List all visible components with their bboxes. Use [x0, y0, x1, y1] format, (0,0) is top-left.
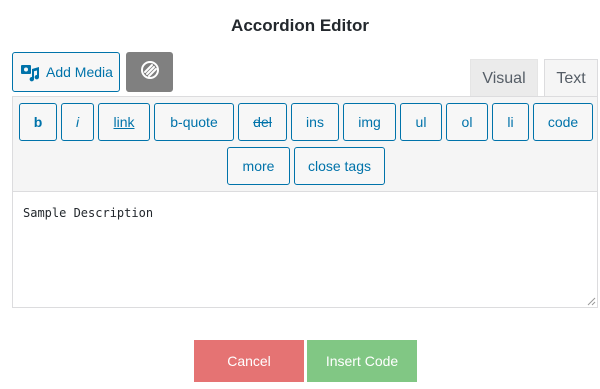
quicktags-toolbar: b i link b-quote del ins img ul ol li co…: [12, 96, 598, 192]
tab-text[interactable]: Text: [544, 59, 598, 97]
add-media-icon: [20, 62, 40, 82]
dialog-title: Accordion Editor: [231, 16, 369, 35]
insert-code-button[interactable]: Insert Code: [307, 340, 417, 382]
qt-li-button[interactable]: li: [492, 103, 529, 141]
plugin-button[interactable]: [126, 52, 173, 92]
qt-bold-button[interactable]: b: [19, 103, 57, 141]
qt-ul-button[interactable]: ul: [400, 103, 442, 141]
qt-close-tags-button[interactable]: close tags: [294, 147, 385, 185]
tab-visual[interactable]: Visual: [470, 59, 538, 97]
editor-textarea[interactable]: Sample Description: [12, 191, 598, 308]
add-media-button[interactable]: Add Media: [12, 52, 120, 92]
wp-link-icon: [139, 59, 161, 86]
cancel-button[interactable]: Cancel: [194, 340, 304, 382]
qt-code-button[interactable]: code: [533, 103, 593, 141]
qt-link-button[interactable]: link: [98, 103, 150, 141]
qt-italic-button[interactable]: i: [61, 103, 94, 141]
qt-ins-button[interactable]: ins: [291, 103, 339, 141]
qt-ol-button[interactable]: ol: [446, 103, 488, 141]
qt-bquote-button[interactable]: b-quote: [154, 103, 234, 141]
resize-grip-icon[interactable]: [586, 296, 596, 306]
add-media-label: Add Media: [46, 64, 113, 80]
qt-del-button[interactable]: del: [238, 103, 287, 141]
qt-img-button[interactable]: img: [343, 103, 396, 141]
qt-more-button[interactable]: more: [227, 147, 290, 185]
